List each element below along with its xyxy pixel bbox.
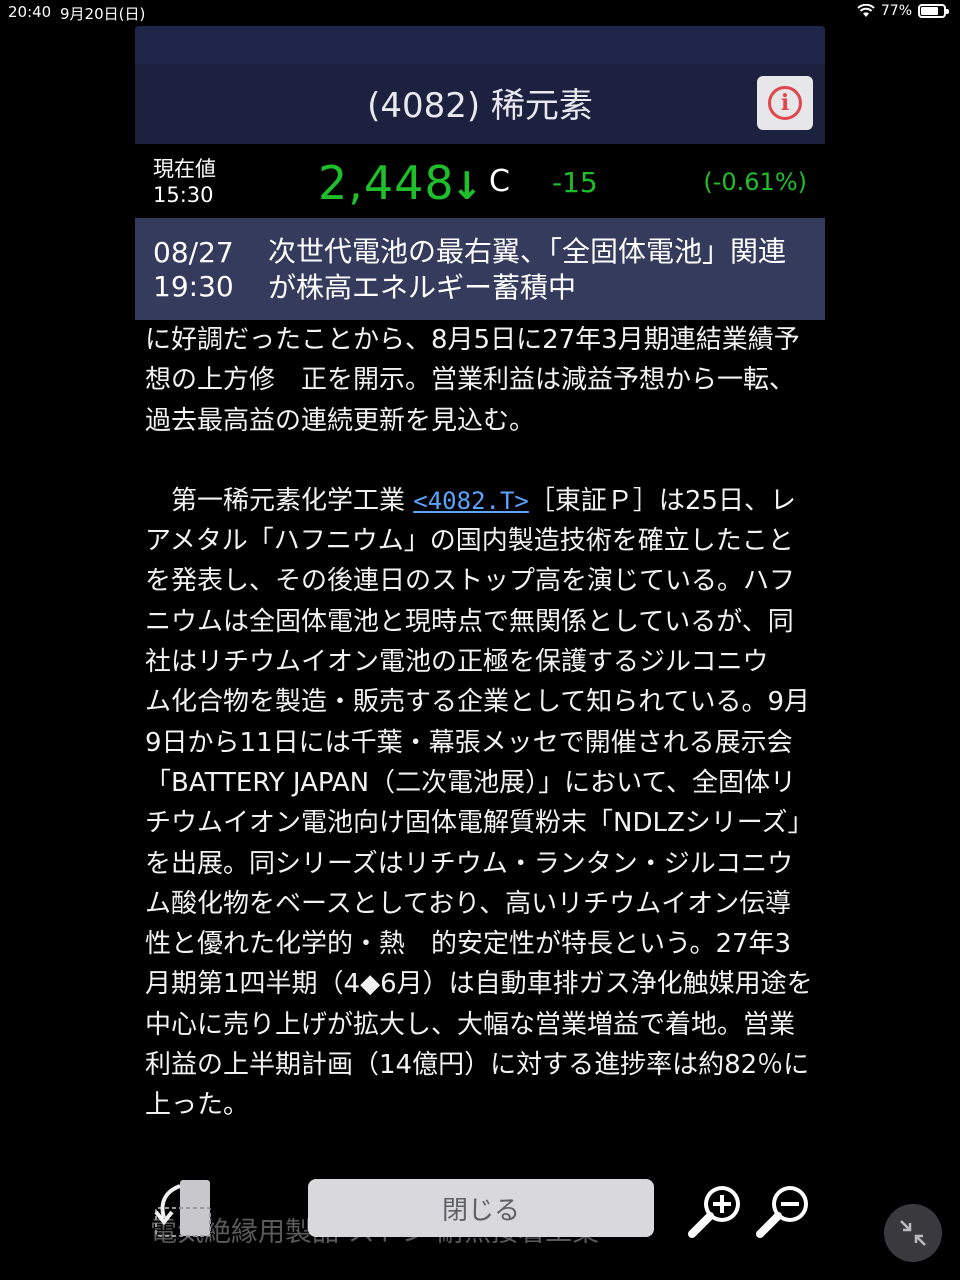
close-button[interactable]: 閉じる	[308, 1179, 654, 1237]
info-icon: i	[768, 86, 802, 120]
down-arrow-icon: ↓	[451, 164, 483, 208]
close-flag: C	[489, 164, 510, 199]
price-change: -15	[552, 166, 598, 199]
wifi-icon	[857, 4, 875, 17]
status-bar: 20:40 9月20日(日) 77%	[0, 0, 960, 26]
collapse-icon	[900, 1220, 926, 1246]
article-paragraph: に好調だったことから、8月5日に27年3月期連結業績予想の上方修 正を開示。営業…	[145, 325, 800, 436]
article-paragraph: 第一稀元素化学工業 <4082.T>［東証Ｐ］は25日、レアメタル「ハフニウム」…	[145, 481, 815, 1126]
news-title: 次世代電池の最右翼、「全固体電池」関連が株高エネルギー蓄積中	[268, 235, 787, 304]
article-text: 第一稀元素化学工業	[145, 485, 414, 516]
battery-percent: 77%	[880, 3, 912, 19]
news-datetime: 08/27 19:30	[153, 236, 234, 304]
news-time: 19:30	[153, 270, 234, 303]
news-header: 08/27 19:30 次世代電池の最右翼、「全固体電池」関連が株高エネルギー蓄…	[135, 218, 825, 320]
info-button[interactable]: i	[757, 76, 813, 130]
zoom-in-icon[interactable]	[684, 1178, 748, 1242]
zoom-out-icon[interactable]	[752, 1178, 816, 1242]
ticker-link[interactable]: <4082.T>	[413, 487, 529, 515]
quote-time: 15:30	[153, 183, 214, 207]
status-time: 20:40	[8, 3, 52, 21]
battery-icon	[918, 4, 949, 18]
back-arrow-icon[interactable]	[150, 1178, 212, 1240]
header-top-bar	[135, 26, 825, 64]
price-change-percent: (-0.61%)	[703, 168, 807, 196]
status-indicators: 77%	[857, 3, 949, 19]
news-date: 08/27	[153, 236, 234, 269]
current-price-label: 現在値	[153, 157, 216, 181]
quote-label: 現在値 15:30	[153, 156, 216, 208]
stock-title: (4082) 稀元素	[367, 86, 593, 126]
article-text: ［東証Ｐ］は25日、レアメタル「ハフニウム」の国内製造技術を確立したことを発表し…	[145, 485, 814, 1121]
status-date: 9月20日(日)	[60, 5, 146, 23]
collapse-button[interactable]	[884, 1204, 942, 1262]
article-body[interactable]: に好調だったことから、8月5日に27年3月期連結業績予想の上方修 正を開示。営業…	[145, 320, 815, 1170]
current-price: 2,448	[318, 156, 455, 210]
stock-header: (4082) 稀元素 i	[135, 26, 825, 144]
quote-row: 現在値 15:30 2,448 ↓ C -15 (-0.61%)	[135, 144, 825, 218]
